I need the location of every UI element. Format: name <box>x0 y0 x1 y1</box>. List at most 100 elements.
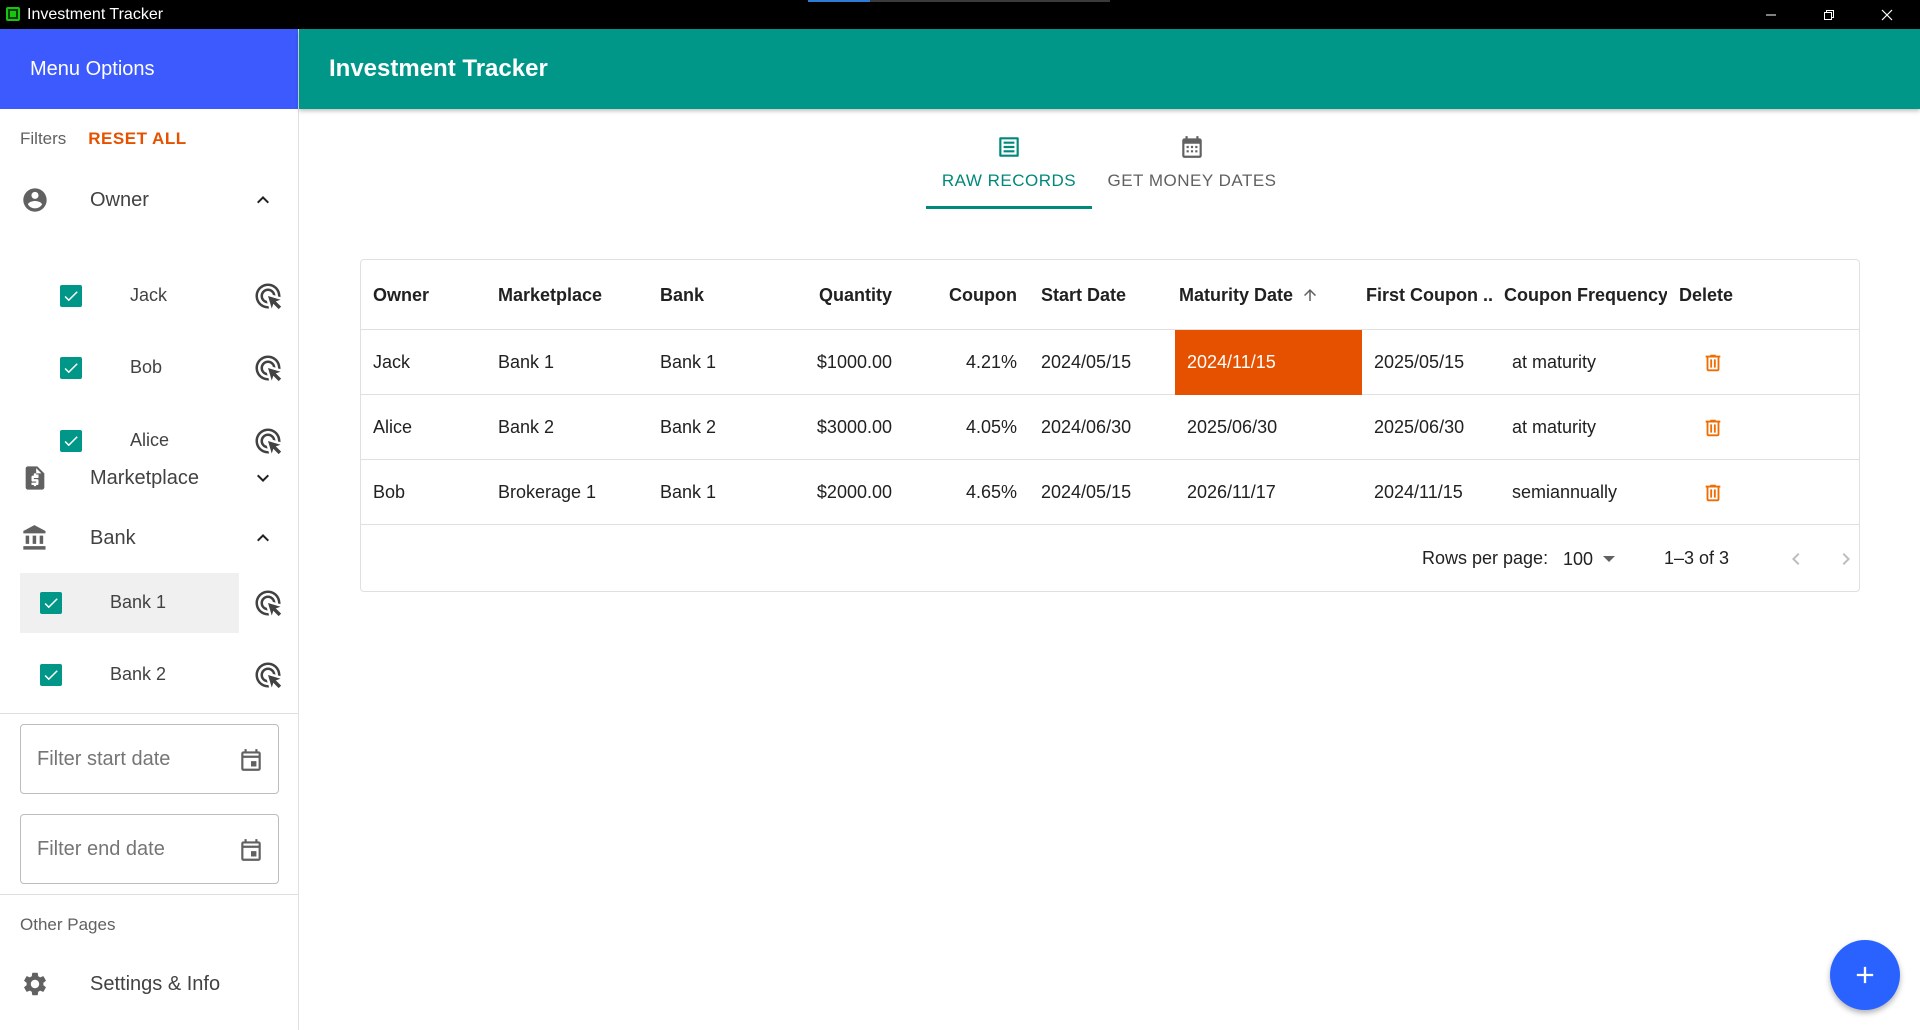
cell-marketplace[interactable]: Bank 2 <box>486 395 648 460</box>
cell-start-date[interactable]: 2024/06/30 <box>1029 395 1167 460</box>
bank-2-checkbox[interactable] <box>40 664 62 686</box>
table-row[interactable]: Alice Bank 2 Bank 2 $3000.00 4.05% 2024/… <box>361 395 1859 460</box>
cell-quantity[interactable]: $1000.00 <box>764 330 904 395</box>
tab-get-money-dates[interactable]: GET MONEY DATES <box>1100 133 1284 209</box>
sidebar-title: Menu Options <box>30 57 155 80</box>
table-row[interactable]: Jack Bank 1 Bank 1 $1000.00 4.21% 2024/0… <box>361 330 1859 395</box>
delete-icon[interactable] <box>1698 413 1728 443</box>
tab-raw-records[interactable]: RAW RECORDS <box>926 133 1092 209</box>
owner-alice-checkbox[interactable] <box>60 430 82 452</box>
next-page-button[interactable] <box>1831 544 1861 574</box>
sidebar-header: Menu Options <box>0 29 298 109</box>
only-this-owner-bob-button[interactable] <box>252 352 284 384</box>
owner-jack-checkbox[interactable] <box>60 285 82 307</box>
cell-marketplace[interactable]: Bank 1 <box>486 330 648 395</box>
marketplace-section-header[interactable]: Marketplace <box>0 453 298 503</box>
cell-maturity-date[interactable]: 2026/11/17 <box>1175 460 1362 525</box>
chevron-up-icon <box>248 185 278 215</box>
only-this-owner-jack-button[interactable] <box>252 280 284 312</box>
cell-coupon[interactable]: 4.21% <box>904 330 1029 395</box>
close-icon <box>1881 9 1893 20</box>
plus-icon <box>1856 966 1874 984</box>
cell-bank[interactable]: Bank 1 <box>648 460 764 525</box>
cell-coupon-frequency[interactable]: at maturity <box>1500 330 1675 395</box>
ads-click-icon <box>255 428 282 455</box>
cell-maturity-date[interactable]: 2025/06/30 <box>1175 395 1362 460</box>
filter-end-date-input[interactable] <box>37 835 227 863</box>
cell-bank[interactable]: Bank 1 <box>648 330 764 395</box>
previous-page-button[interactable] <box>1781 544 1811 574</box>
column-header-bank[interactable]: Bank <box>648 260 764 330</box>
app-logo-icon <box>6 7 20 21</box>
page-title: Investment Tracker <box>329 55 548 82</box>
calendar-icon[interactable] <box>237 836 265 864</box>
bank-1-checkbox[interactable] <box>40 592 62 614</box>
column-header-coupon-frequency[interactable]: Coupon Frequency <box>1492 260 1667 330</box>
app-bar: Investment Tracker <box>299 29 1920 109</box>
restore-button[interactable] <box>1800 0 1858 29</box>
column-header-marketplace[interactable]: Marketplace <box>486 260 648 330</box>
owner-bob-checkbox[interactable] <box>60 357 82 379</box>
owner-section-header[interactable]: Owner <box>0 175 298 225</box>
list-alt-icon <box>995 133 1023 161</box>
add-record-button[interactable] <box>1830 940 1900 1010</box>
chevron-right-icon <box>1842 553 1850 565</box>
calendar-icon <box>1178 133 1206 161</box>
column-header-coupon[interactable]: Coupon <box>904 260 1029 330</box>
tab-get-money-dates-label: GET MONEY DATES <box>1107 171 1277 190</box>
cell-first-coupon[interactable]: 2024/11/15 <box>1362 460 1500 525</box>
tab-raw-records-label: RAW RECORDS <box>941 171 1077 190</box>
cell-coupon-frequency[interactable]: semiannually <box>1500 460 1675 525</box>
cell-first-coupon[interactable]: 2025/06/30 <box>1362 395 1500 460</box>
settings-info-label: Settings & Info <box>90 972 221 995</box>
delete-icon[interactable] <box>1698 478 1728 508</box>
cell-marketplace[interactable]: Brokerage 1 <box>486 460 648 525</box>
column-header-maturity-date[interactable]: Maturity Date <box>1167 260 1354 330</box>
account-circle-icon <box>20 185 50 215</box>
bank-2-label: Bank 2 <box>110 664 167 684</box>
only-this-bank-1-button[interactable] <box>252 587 284 619</box>
cell-maturity-date-selected[interactable]: 2024/11/15 <box>1175 330 1362 395</box>
check-icon <box>64 363 78 374</box>
reset-all-button[interactable]: RESET ALL <box>88 129 186 149</box>
cell-bank[interactable]: Bank 2 <box>648 395 764 460</box>
column-header-quantity[interactable]: Quantity <box>764 260 904 330</box>
window-title: Investment Tracker <box>27 6 164 23</box>
bank-filter-bank-1: Bank 1 <box>0 573 298 633</box>
cell-coupon[interactable]: 4.05% <box>904 395 1029 460</box>
cell-quantity[interactable]: $2000.00 <box>764 460 904 525</box>
cell-start-date[interactable]: 2024/05/15 <box>1029 460 1167 525</box>
settings-info-link[interactable]: Settings & Info <box>0 959 298 1009</box>
column-header-owner[interactable]: Owner <box>361 260 486 330</box>
sidebar-divider <box>0 713 298 714</box>
calendar-icon[interactable] <box>237 746 265 774</box>
minimize-button[interactable] <box>1742 0 1800 29</box>
owner-section-label: Owner <box>90 188 149 211</box>
active-tab-indicator <box>926 206 1092 209</box>
only-this-bank-2-button[interactable] <box>252 659 284 691</box>
filter-start-date-input[interactable] <box>37 745 227 773</box>
filters-label: Filters <box>20 129 67 148</box>
cell-start-date[interactable]: 2024/05/15 <box>1029 330 1167 395</box>
rows-per-page-select[interactable]: 100 <box>1563 544 1623 574</box>
cell-coupon-frequency[interactable]: at maturity <box>1500 395 1675 460</box>
table-pagination: Rows per page: 100 1–3 of 3 <box>361 526 1859 592</box>
table-row[interactable]: Bob Brokerage 1 Bank 1 $2000.00 4.65% 20… <box>361 460 1859 525</box>
column-header-first-coupon[interactable]: First Coupon ... <box>1354 260 1492 330</box>
rows-per-page-label: Rows per page: <box>1422 548 1549 568</box>
column-header-start-date[interactable]: Start Date <box>1029 260 1167 330</box>
owner-filter-jack: Jack <box>0 266 298 326</box>
bank-section-header[interactable]: Bank <box>0 513 298 563</box>
close-window-button[interactable] <box>1858 0 1916 29</box>
cell-owner[interactable]: Alice <box>361 395 486 460</box>
cell-coupon[interactable]: 4.65% <box>904 460 1029 525</box>
owner-filter-bob: Bob <box>0 338 298 398</box>
invoice-dollar-icon <box>20 463 50 493</box>
minimize-icon <box>1766 14 1776 15</box>
cell-quantity[interactable]: $3000.00 <box>764 395 904 460</box>
cell-owner[interactable]: Jack <box>361 330 486 395</box>
records-table: Owner Marketplace Bank Quantity Coupon S… <box>360 259 1860 592</box>
cell-first-coupon[interactable]: 2025/05/15 <box>1362 330 1500 395</box>
cell-owner[interactable]: Bob <box>361 460 486 525</box>
delete-icon[interactable] <box>1698 348 1728 378</box>
